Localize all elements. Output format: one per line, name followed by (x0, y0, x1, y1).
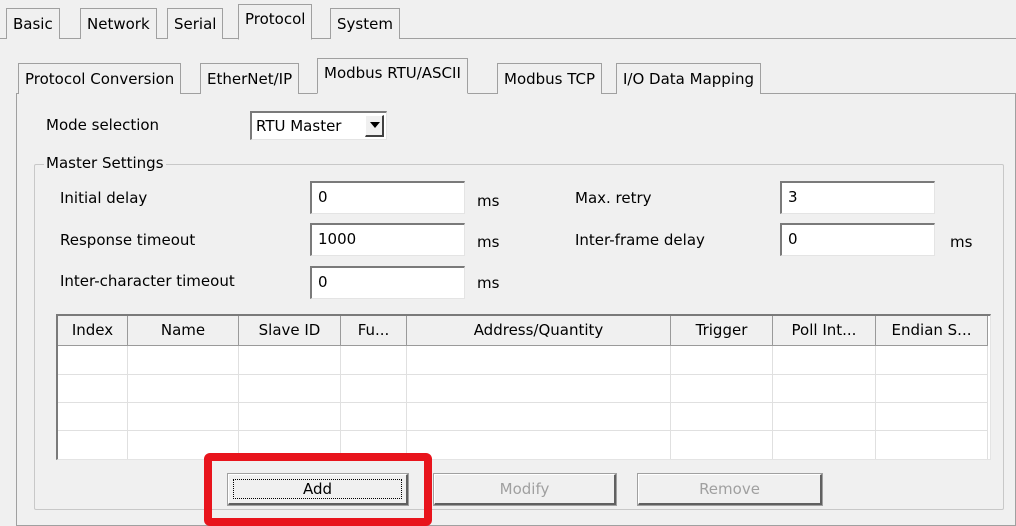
initial-delay-label: Initial delay (60, 189, 148, 207)
max-retry-label: Max. retry (575, 189, 652, 207)
tab-protocol[interactable]: Protocol (238, 4, 313, 40)
grid-line (987, 346, 988, 459)
initial-delay-unit: ms (477, 192, 500, 210)
dropdown-arrow-button[interactable] (365, 115, 384, 137)
grid-line (340, 346, 341, 459)
tab-modbus-tcp[interactable]: Modbus TCP (497, 63, 603, 94)
col-header-address-quantity[interactable]: Address/Quantity (407, 316, 671, 346)
grid-line (238, 346, 239, 459)
tab-basic[interactable]: Basic (6, 8, 60, 39)
col-header-trigger[interactable]: Trigger (671, 316, 773, 346)
mode-selection-label: Mode selection (46, 116, 160, 134)
col-header-slave-id[interactable]: Slave ID (239, 316, 341, 346)
inter-char-timeout-unit: ms (477, 274, 500, 292)
highlight-box (204, 453, 432, 526)
master-settings-title: Master Settings (44, 154, 166, 172)
tab-protocol-conversion[interactable]: Protocol Conversion (18, 63, 182, 94)
modify-button[interactable]: Modify (433, 473, 617, 506)
response-timeout-label: Response timeout (60, 231, 196, 249)
col-header-endian-swap[interactable]: Endian S... (876, 316, 988, 346)
col-header-index[interactable]: Index (58, 316, 128, 346)
mode-selection-value: RTU Master (256, 117, 342, 135)
grid-line (58, 430, 988, 431)
grid-line (772, 346, 773, 459)
remove-button[interactable]: Remove (637, 473, 823, 506)
col-header-function[interactable]: Fu... (341, 316, 407, 346)
inter-char-timeout-label: Inter-character timeout (60, 272, 235, 290)
initial-delay-input[interactable]: 0 (310, 181, 465, 214)
grid-line (406, 346, 407, 459)
col-header-poll-interval[interactable]: Poll Int... (773, 316, 876, 346)
tab-system[interactable]: System (330, 8, 400, 39)
inter-char-timeout-input[interactable]: 0 (310, 266, 465, 299)
grid-line (58, 374, 988, 375)
tab-serial[interactable]: Serial (167, 8, 224, 39)
response-timeout-input[interactable]: 1000 (310, 223, 465, 256)
max-retry-input[interactable]: 3 (780, 181, 935, 214)
grid-line (127, 346, 128, 459)
command-table[interactable]: Index Name Slave ID Fu... Address/Quanti… (56, 314, 991, 460)
inter-frame-delay-unit: ms (950, 233, 973, 251)
inter-frame-delay-input[interactable]: 0 (780, 223, 935, 256)
grid-line (58, 402, 988, 403)
grid-line (875, 346, 876, 459)
grid-line (670, 346, 671, 459)
tab-network[interactable]: Network (80, 8, 157, 39)
inter-frame-delay-label: Inter-frame delay (575, 231, 705, 249)
tab-modbus-rtu-ascii[interactable]: Modbus RTU/ASCII (317, 58, 468, 94)
chevron-down-icon (370, 122, 380, 128)
mode-selection-dropdown[interactable]: RTU Master (250, 111, 387, 140)
response-timeout-unit: ms (477, 233, 500, 251)
tab-ethernet-ip[interactable]: EtherNet/IP (200, 63, 300, 94)
tab-io-data-mapping[interactable]: I/O Data Mapping (616, 63, 762, 94)
col-header-name[interactable]: Name (128, 316, 239, 346)
